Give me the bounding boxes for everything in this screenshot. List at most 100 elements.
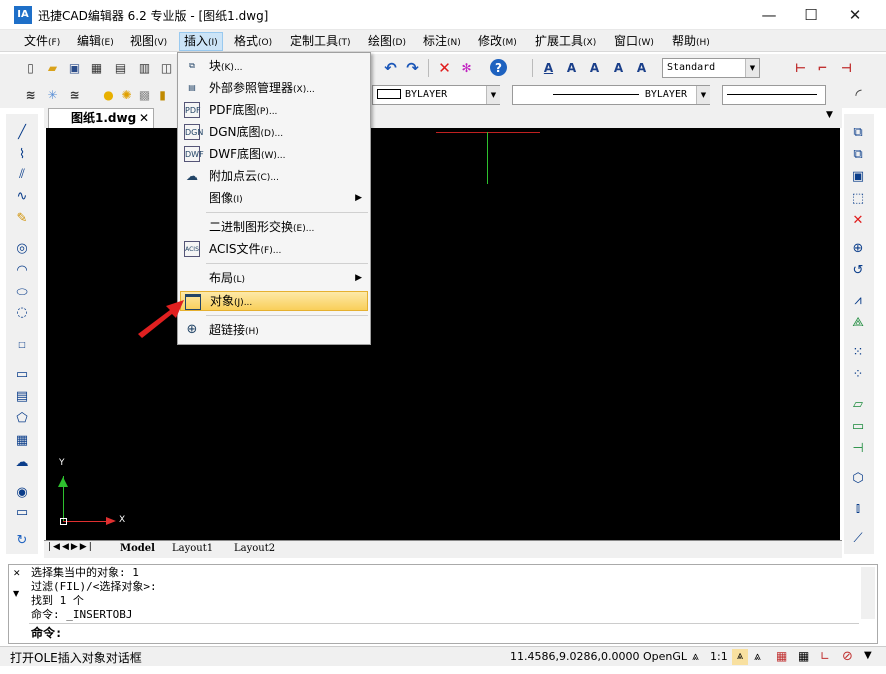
menu-edit[interactable]: 编辑(E) (73, 32, 118, 51)
text-style-icon[interactable]: A (540, 59, 557, 76)
wipeout-icon[interactable]: ▭ (12, 502, 32, 522)
scale-icon[interactable]: ⟁ (848, 312, 868, 332)
menu-item-point-cloud[interactable]: ☁ 附加点云(C)... (180, 165, 368, 187)
app-icon[interactable]: IA (14, 6, 32, 24)
annotation-visibility-icon[interactable]: ⩓ (732, 649, 748, 665)
color-select[interactable]: BYLAYER (372, 85, 500, 105)
spline-icon[interactable]: ∿ (12, 186, 32, 206)
tab-list-icon[interactable]: ▼ (826, 110, 833, 120)
erase-icon[interactable]: ✕ (848, 210, 868, 230)
array-icon[interactable]: ⁙ (848, 342, 868, 362)
document-tab[interactable]: 图纸1.dwg ✕ (48, 108, 154, 128)
layer-on-icon[interactable]: ● (100, 86, 117, 103)
menu-view[interactable]: 视图(V) (126, 32, 171, 51)
tab-layout2[interactable]: Layout2 (234, 543, 275, 554)
layer-manager-icon[interactable]: ≋ (22, 86, 39, 103)
donut-icon[interactable]: ◉ (12, 482, 32, 502)
help-icon[interactable]: ? (490, 59, 507, 76)
layer-viewport-icon[interactable]: ▩ (136, 86, 153, 103)
layer-thaw-icon[interactable]: ✺ (118, 86, 135, 103)
menu-modify[interactable]: 修改(M) (474, 32, 521, 51)
revision-cloud-icon[interactable]: ☁ (12, 452, 32, 472)
chevron-down-icon[interactable]: ▼ (745, 59, 759, 77)
chevron-down-icon[interactable]: ▼ (13, 589, 19, 598)
undo-icon[interactable]: ↶ (382, 59, 399, 77)
dimension-aligned-icon[interactable]: ⌐ (814, 59, 831, 76)
region-icon[interactable]: ▦ (12, 430, 32, 450)
save-all-icon[interactable]: ▦ (88, 59, 105, 76)
menu-custom-tools[interactable]: 定制工具(T) (286, 32, 355, 51)
close-icon[interactable]: ✕ (139, 109, 149, 127)
multiline-text-icon[interactable]: A (586, 59, 603, 76)
close-icon[interactable]: ✕ (13, 569, 21, 579)
ellipse-arc-icon[interactable]: ◌ (12, 302, 32, 322)
layer-state-icon[interactable]: ✳ (44, 86, 61, 103)
status-menu-icon[interactable]: ▼ (864, 650, 872, 661)
menu-item-dwf-underlay[interactable]: DWF DWF底图(W)... (180, 143, 368, 165)
close-button[interactable]: ✕ (832, 0, 878, 30)
auto-scale-icon[interactable]: ⩓ (754, 649, 761, 664)
array-path-icon[interactable]: ⁘ (848, 364, 868, 384)
move-icon[interactable]: ⊕ (848, 238, 868, 258)
rotate-icon[interactable]: ↺ (848, 260, 868, 280)
mirror-icon[interactable]: ⩘ (848, 290, 868, 310)
paste-icon[interactable]: ▣ (848, 166, 868, 186)
edit-text-icon[interactable]: A (610, 59, 627, 76)
grid-icon[interactable]: ▦ (798, 649, 809, 663)
offset-icon[interactable]: ▱ (848, 394, 868, 414)
print-preview-icon[interactable]: ▤ (112, 59, 129, 76)
chevron-down-icon[interactable]: ▼ (486, 86, 500, 104)
layer-lock-icon[interactable]: ▮ (154, 86, 171, 103)
menu-help[interactable]: 帮助(H) (668, 32, 714, 51)
delete-icon[interactable]: ✕ (436, 59, 453, 77)
find-text-icon[interactable]: A (633, 59, 650, 76)
trim-icon[interactable]: ⊣ (848, 438, 868, 458)
menu-item-acis-file[interactable]: ACIS ACIS文件(F)... (180, 238, 368, 260)
menu-extensions[interactable]: 扩展工具(X) (531, 32, 600, 51)
menu-draw[interactable]: 绘图(D) (364, 32, 410, 51)
menu-item-hyperlink[interactable]: ⊕ 超链接(H) (180, 319, 368, 341)
lineweight-select[interactable] (722, 85, 826, 105)
circle-icon[interactable]: ◎ (12, 238, 32, 258)
maximize-button[interactable]: ☐ (788, 0, 834, 30)
menu-item-layout[interactable]: 布局(L) ▶ (180, 267, 368, 289)
box-icon[interactable]: ⬡ (848, 468, 868, 488)
rectangle-icon[interactable]: ▭ (12, 364, 32, 384)
menu-file[interactable]: 文件(F) (20, 32, 64, 51)
polygon-icon[interactable]: ⬠ (12, 408, 32, 428)
command-scrollbar[interactable] (861, 567, 875, 619)
new-file-icon[interactable]: ▯ (22, 59, 39, 76)
menu-item-binary-dxf[interactable]: 二进制图形交换(E)... (180, 216, 368, 238)
ellipse-icon[interactable]: ⬭ (12, 282, 32, 302)
menu-item-block[interactable]: ⧉ 块(K)... (180, 55, 368, 77)
arc-icon[interactable]: ◜ (850, 85, 867, 104)
tab-nav-arrows[interactable]: |◀◀▶▶| (48, 542, 94, 552)
menu-item-ole-object[interactable]: 对象(J)... (180, 291, 368, 311)
select-window-icon[interactable]: ⬚ (848, 188, 868, 208)
copy-icon[interactable]: ⧉ (848, 122, 868, 142)
tab-layout1[interactable]: Layout1 (172, 543, 213, 554)
point-icon[interactable]: □ (12, 334, 32, 354)
regen-icon[interactable]: ↻ (12, 530, 32, 550)
chevron-down-icon[interactable]: ▼ (696, 86, 710, 104)
tab-model[interactable]: Model (120, 543, 155, 554)
zoom-preview-icon[interactable]: ◫ (158, 59, 175, 76)
redo-icon[interactable]: ↷ (404, 59, 421, 77)
minimize-button[interactable]: — (746, 0, 792, 30)
stretch-icon[interactable]: ▭ (848, 416, 868, 436)
line-icon[interactable]: ╱ (12, 122, 32, 142)
menu-dimension[interactable]: 标注(N) (419, 32, 465, 51)
snap-icon[interactable]: ▦ (776, 649, 787, 663)
menu-item-image[interactable]: 图像(I) ▶ (180, 187, 368, 209)
menu-item-dgn-underlay[interactable]: DGN DGN底图(D)... (180, 121, 368, 143)
hatch-icon[interactable]: ▤ (12, 386, 32, 406)
ortho-icon[interactable]: ∟ (820, 649, 830, 663)
layer-previous-icon[interactable]: ≊ (66, 86, 83, 103)
open-folder-icon[interactable]: ▰ (44, 59, 61, 76)
menu-window[interactable]: 窗口(W) (610, 32, 658, 51)
annotation-scale-icon[interactable]: ⩓ (692, 649, 699, 664)
menu-item-pdf-underlay[interactable]: PDF PDF底图(P)... (180, 99, 368, 121)
dimension-linear-icon[interactable]: ⊢ (792, 59, 809, 76)
break-icon[interactable]: ⫾ (848, 498, 868, 518)
polyline-icon[interactable]: ⌇ (12, 144, 32, 164)
